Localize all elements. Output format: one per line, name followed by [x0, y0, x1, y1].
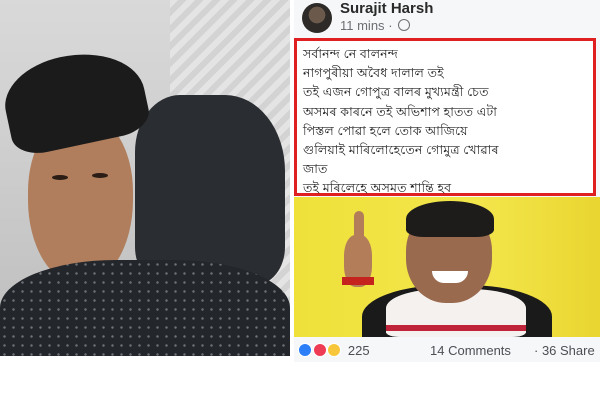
like-icon	[298, 343, 312, 357]
post-text-line: তই মৰিলেহে অসমত শান্তি হব	[303, 181, 452, 196]
post-footer: 225 14 Comments · 36 Share	[294, 338, 600, 362]
author-name[interactable]: Surajit Harsh	[340, 0, 433, 17]
post-text-line: গুলিয়াই মাৰিলোহেতেন গোমুত্ৰ খোৱাৰ	[303, 143, 499, 158]
shares-count[interactable]: · 36 Share	[534, 343, 595, 358]
raised-arm	[135, 95, 285, 285]
post-timestamp[interactable]: 11 mins	[340, 18, 385, 33]
hair	[0, 41, 153, 159]
hair	[406, 201, 494, 237]
wow-icon	[327, 343, 342, 357]
pointing-finger	[354, 211, 364, 241]
post-text-line: পিস্তল পোৱা হলে তোক আজিয়ে	[303, 123, 468, 138]
post-text-line: সৰ্বানন্দ নে বালনন্দ	[303, 47, 398, 61]
facebook-post: Surajit Harsh 11 mins · সৰ্বানন্দ নে বাল…	[292, 0, 600, 362]
post-text-highlighted: সৰ্বানন্দ নে বালনন্দ নাগপুৰীয়া অবৈধ দাল…	[294, 38, 596, 196]
post-header: Surajit Harsh 11 mins ·	[294, 0, 600, 40]
globe-icon	[398, 19, 411, 31]
post-text-line: নাগপুৰীয়া অবৈধ দালাল তই	[303, 66, 444, 81]
post-text-line: অসমৰ কাৰনে তই অভিশাপ হাতত এটা	[303, 104, 498, 119]
meta-separator: ·	[388, 18, 393, 33]
patterned-shirt	[0, 260, 290, 356]
comments-count[interactable]: 14 Comments	[430, 343, 511, 358]
right-eye	[92, 173, 108, 178]
red-wristband	[342, 277, 374, 285]
left-eye	[52, 175, 68, 180]
reactions-summary[interactable]: 225	[298, 343, 370, 358]
gamosa-stripe	[386, 325, 526, 331]
post-text-line: তই এজন গোপুত্ৰ বালৰ মুখ্যমন্ত্ৰী চেত	[303, 85, 489, 100]
post-text-line: জাত	[303, 162, 328, 177]
post-meta: 11 mins ·	[340, 18, 411, 33]
post-image[interactable]	[294, 197, 600, 337]
author-avatar[interactable]	[302, 3, 332, 33]
profile-photo	[0, 0, 290, 356]
reaction-count: 225	[347, 343, 370, 358]
love-icon	[312, 343, 327, 357]
